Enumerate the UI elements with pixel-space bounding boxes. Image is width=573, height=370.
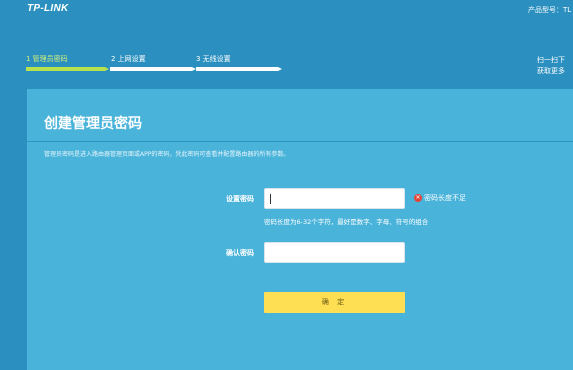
set-password-label: 设置密码 (226, 195, 254, 203)
title-divider (27, 141, 573, 142)
error-icon: ✕ (414, 194, 422, 202)
tp-link-logo: TP-LINK (27, 3, 69, 14)
scan-hint-line2: 获取更多 (537, 67, 565, 75)
confirm-password-input[interactable] (264, 242, 405, 263)
set-password-input[interactable] (264, 188, 405, 209)
text-caret (270, 194, 271, 204)
admin-password-panel: 创建管理员密码 管理员密码是进入路由器管理页面或APP的密码，凭此密码可查看并配… (27, 89, 573, 370)
confirm-password-label: 确认密码 (226, 249, 254, 257)
step-internet-settings: 2 上网设置 (111, 55, 146, 63)
password-error-text: 密码长度不足 (424, 194, 466, 202)
scan-qr-hint: 扫一扫下 获取更多 (537, 55, 573, 77)
step-wireless-settings: 3 无线设置 (196, 55, 231, 63)
scan-hint-line1: 扫一扫下 (537, 56, 565, 64)
step-internet-settings-bar (110, 67, 196, 71)
product-model-label: 产品型号：TL (528, 6, 572, 14)
setup-steps: 1 管理员密码 2 上网设置 3 无线设置 (26, 54, 282, 74)
page-title: 创建管理员密码 (44, 116, 142, 132)
step-admin-password-bar (26, 67, 109, 71)
password-error: ✕ 密码长度不足 (414, 193, 466, 203)
confirm-button[interactable]: 确 定 (264, 292, 405, 313)
password-hint: 密码长度为6-32个字符，最好是数字、字母、符号的组合 (264, 218, 429, 226)
step-wireless-settings-bar (196, 67, 282, 71)
panel-description: 管理员密码是进入路由器管理页面或APP的密码，凭此密码可查看并配置路由器的所有参… (44, 151, 290, 158)
step-admin-password: 1 管理员密码 (26, 55, 68, 63)
